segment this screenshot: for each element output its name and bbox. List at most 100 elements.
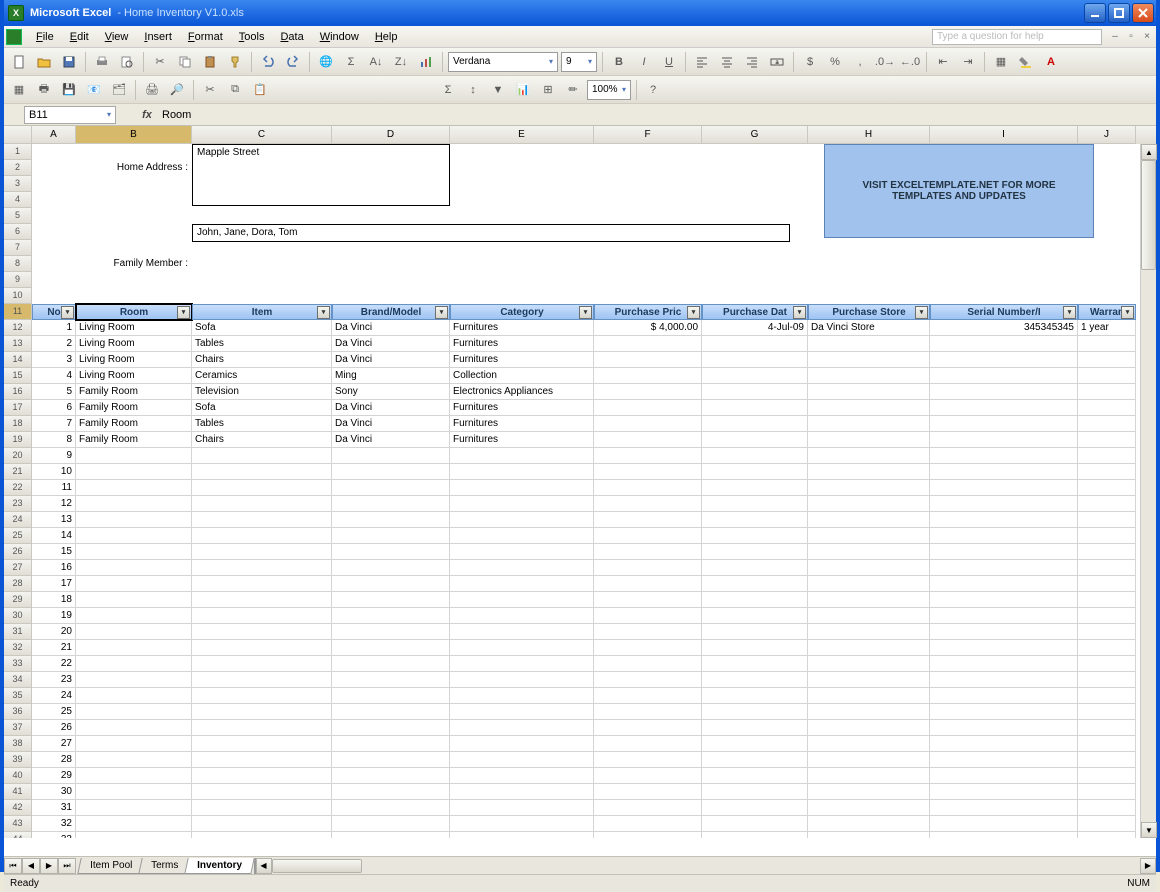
font-name-combo[interactable]: Verdana▾ — [448, 52, 558, 72]
row-header-5[interactable]: 5 — [4, 208, 32, 224]
cell[interactable]: 11 — [32, 480, 76, 496]
cell[interactable] — [702, 352, 808, 368]
cell[interactable] — [32, 192, 76, 208]
cell[interactable] — [192, 704, 332, 720]
row-header-17[interactable]: 17 — [4, 400, 32, 416]
cell[interactable] — [450, 496, 594, 512]
cell[interactable] — [594, 752, 702, 768]
cell[interactable]: 15 — [32, 544, 76, 560]
cell[interactable] — [192, 720, 332, 736]
cell[interactable] — [76, 704, 192, 720]
row-header-36[interactable]: 36 — [4, 704, 32, 720]
cell[interactable]: Da Vinci — [332, 416, 450, 432]
format-painter-icon[interactable] — [224, 51, 246, 73]
doc-restore-button[interactable]: ▫ — [1124, 30, 1138, 44]
cell[interactable]: 26 — [32, 720, 76, 736]
cell[interactable] — [930, 256, 1078, 272]
cell[interactable] — [808, 352, 930, 368]
cell[interactable] — [930, 544, 1078, 560]
cell[interactable] — [32, 272, 76, 288]
cell[interactable] — [1078, 656, 1136, 672]
vertical-scrollbar[interactable]: ▲ ▼ — [1140, 144, 1156, 838]
cell[interactable] — [594, 816, 702, 832]
row-header-1[interactable]: 1 — [4, 144, 32, 160]
cell[interactable] — [450, 656, 594, 672]
tab-nav-prev[interactable]: ◀ — [22, 858, 40, 874]
row-header-14[interactable]: 14 — [4, 352, 32, 368]
cell[interactable] — [930, 784, 1078, 800]
row-header-39[interactable]: 39 — [4, 752, 32, 768]
autosum-icon[interactable]: Σ — [340, 51, 362, 73]
cell[interactable] — [450, 608, 594, 624]
menu-help[interactable]: Help — [367, 28, 406, 46]
cell[interactable] — [594, 768, 702, 784]
cell[interactable] — [808, 832, 930, 838]
cell[interactable] — [32, 144, 76, 160]
cell[interactable] — [702, 656, 808, 672]
cell[interactable] — [1078, 528, 1136, 544]
cut-icon[interactable]: ✂ — [149, 51, 171, 73]
cell[interactable]: Living Room — [76, 352, 192, 368]
cell[interactable] — [808, 560, 930, 576]
cell[interactable]: Ming — [332, 368, 450, 384]
row-header-40[interactable]: 40 — [4, 768, 32, 784]
cell[interactable] — [702, 752, 808, 768]
cell[interactable] — [76, 544, 192, 560]
cell[interactable] — [1078, 752, 1136, 768]
cell[interactable] — [594, 144, 702, 160]
row-header-41[interactable]: 41 — [4, 784, 32, 800]
row-header-32[interactable]: 32 — [4, 640, 32, 656]
cell[interactable] — [594, 544, 702, 560]
cell[interactable] — [702, 192, 808, 208]
cell[interactable] — [594, 288, 702, 304]
cell[interactable] — [192, 656, 332, 672]
cell[interactable] — [32, 256, 76, 272]
decrease-indent-icon[interactable]: ⇤ — [932, 51, 954, 73]
increase-indent-icon[interactable]: ⇥ — [957, 51, 979, 73]
scroll-thumb-h[interactable] — [272, 859, 362, 873]
cell[interactable] — [930, 720, 1078, 736]
cell[interactable] — [594, 480, 702, 496]
cell[interactable] — [192, 240, 332, 256]
scroll-up-button[interactable]: ▲ — [1141, 144, 1157, 160]
cell[interactable] — [702, 528, 808, 544]
cell[interactable] — [594, 576, 702, 592]
cell[interactable] — [192, 208, 332, 224]
cell[interactable] — [594, 448, 702, 464]
cell[interactable] — [808, 512, 930, 528]
col-header-E[interactable]: E — [450, 126, 594, 144]
cell[interactable] — [808, 480, 930, 496]
cell[interactable] — [930, 240, 1078, 256]
cell[interactable] — [192, 256, 332, 272]
cell[interactable] — [594, 160, 702, 176]
menu-window[interactable]: Window — [312, 28, 367, 46]
cell[interactable] — [192, 592, 332, 608]
horizontal-scrollbar[interactable]: ◀ ▶ — [254, 858, 1157, 874]
filter-dropdown-icon[interactable]: ▾ — [687, 306, 700, 319]
cell[interactable] — [702, 288, 808, 304]
cell[interactable] — [930, 496, 1078, 512]
name-box[interactable]: B11▾ — [24, 106, 116, 124]
underline-icon[interactable]: U — [658, 51, 680, 73]
cell[interactable]: Furnitures — [450, 352, 594, 368]
table-header-purchase-dat[interactable]: Purchase Dat▾ — [702, 304, 808, 320]
cell[interactable] — [1078, 368, 1136, 384]
promo-banner[interactable]: VISIT EXCELTEMPLATE.NET FOR MORE TEMPLAT… — [824, 144, 1094, 238]
cell[interactable] — [332, 208, 450, 224]
sheet-tab-item-pool[interactable]: Item Pool — [77, 858, 145, 874]
table-header-room[interactable]: Room▾ — [76, 304, 192, 320]
cell[interactable] — [76, 528, 192, 544]
filter-dropdown-icon[interactable]: ▾ — [915, 306, 928, 319]
cell[interactable] — [332, 272, 450, 288]
cell[interactable] — [1078, 688, 1136, 704]
doc-close-button[interactable]: × — [1140, 30, 1154, 44]
cell[interactable] — [450, 752, 594, 768]
cell[interactable] — [808, 688, 930, 704]
cell[interactable]: Chairs — [192, 352, 332, 368]
close-button[interactable] — [1132, 3, 1154, 23]
cell[interactable] — [192, 800, 332, 816]
cell[interactable] — [192, 512, 332, 528]
cell[interactable] — [594, 608, 702, 624]
cell[interactable] — [702, 448, 808, 464]
cell[interactable] — [930, 592, 1078, 608]
